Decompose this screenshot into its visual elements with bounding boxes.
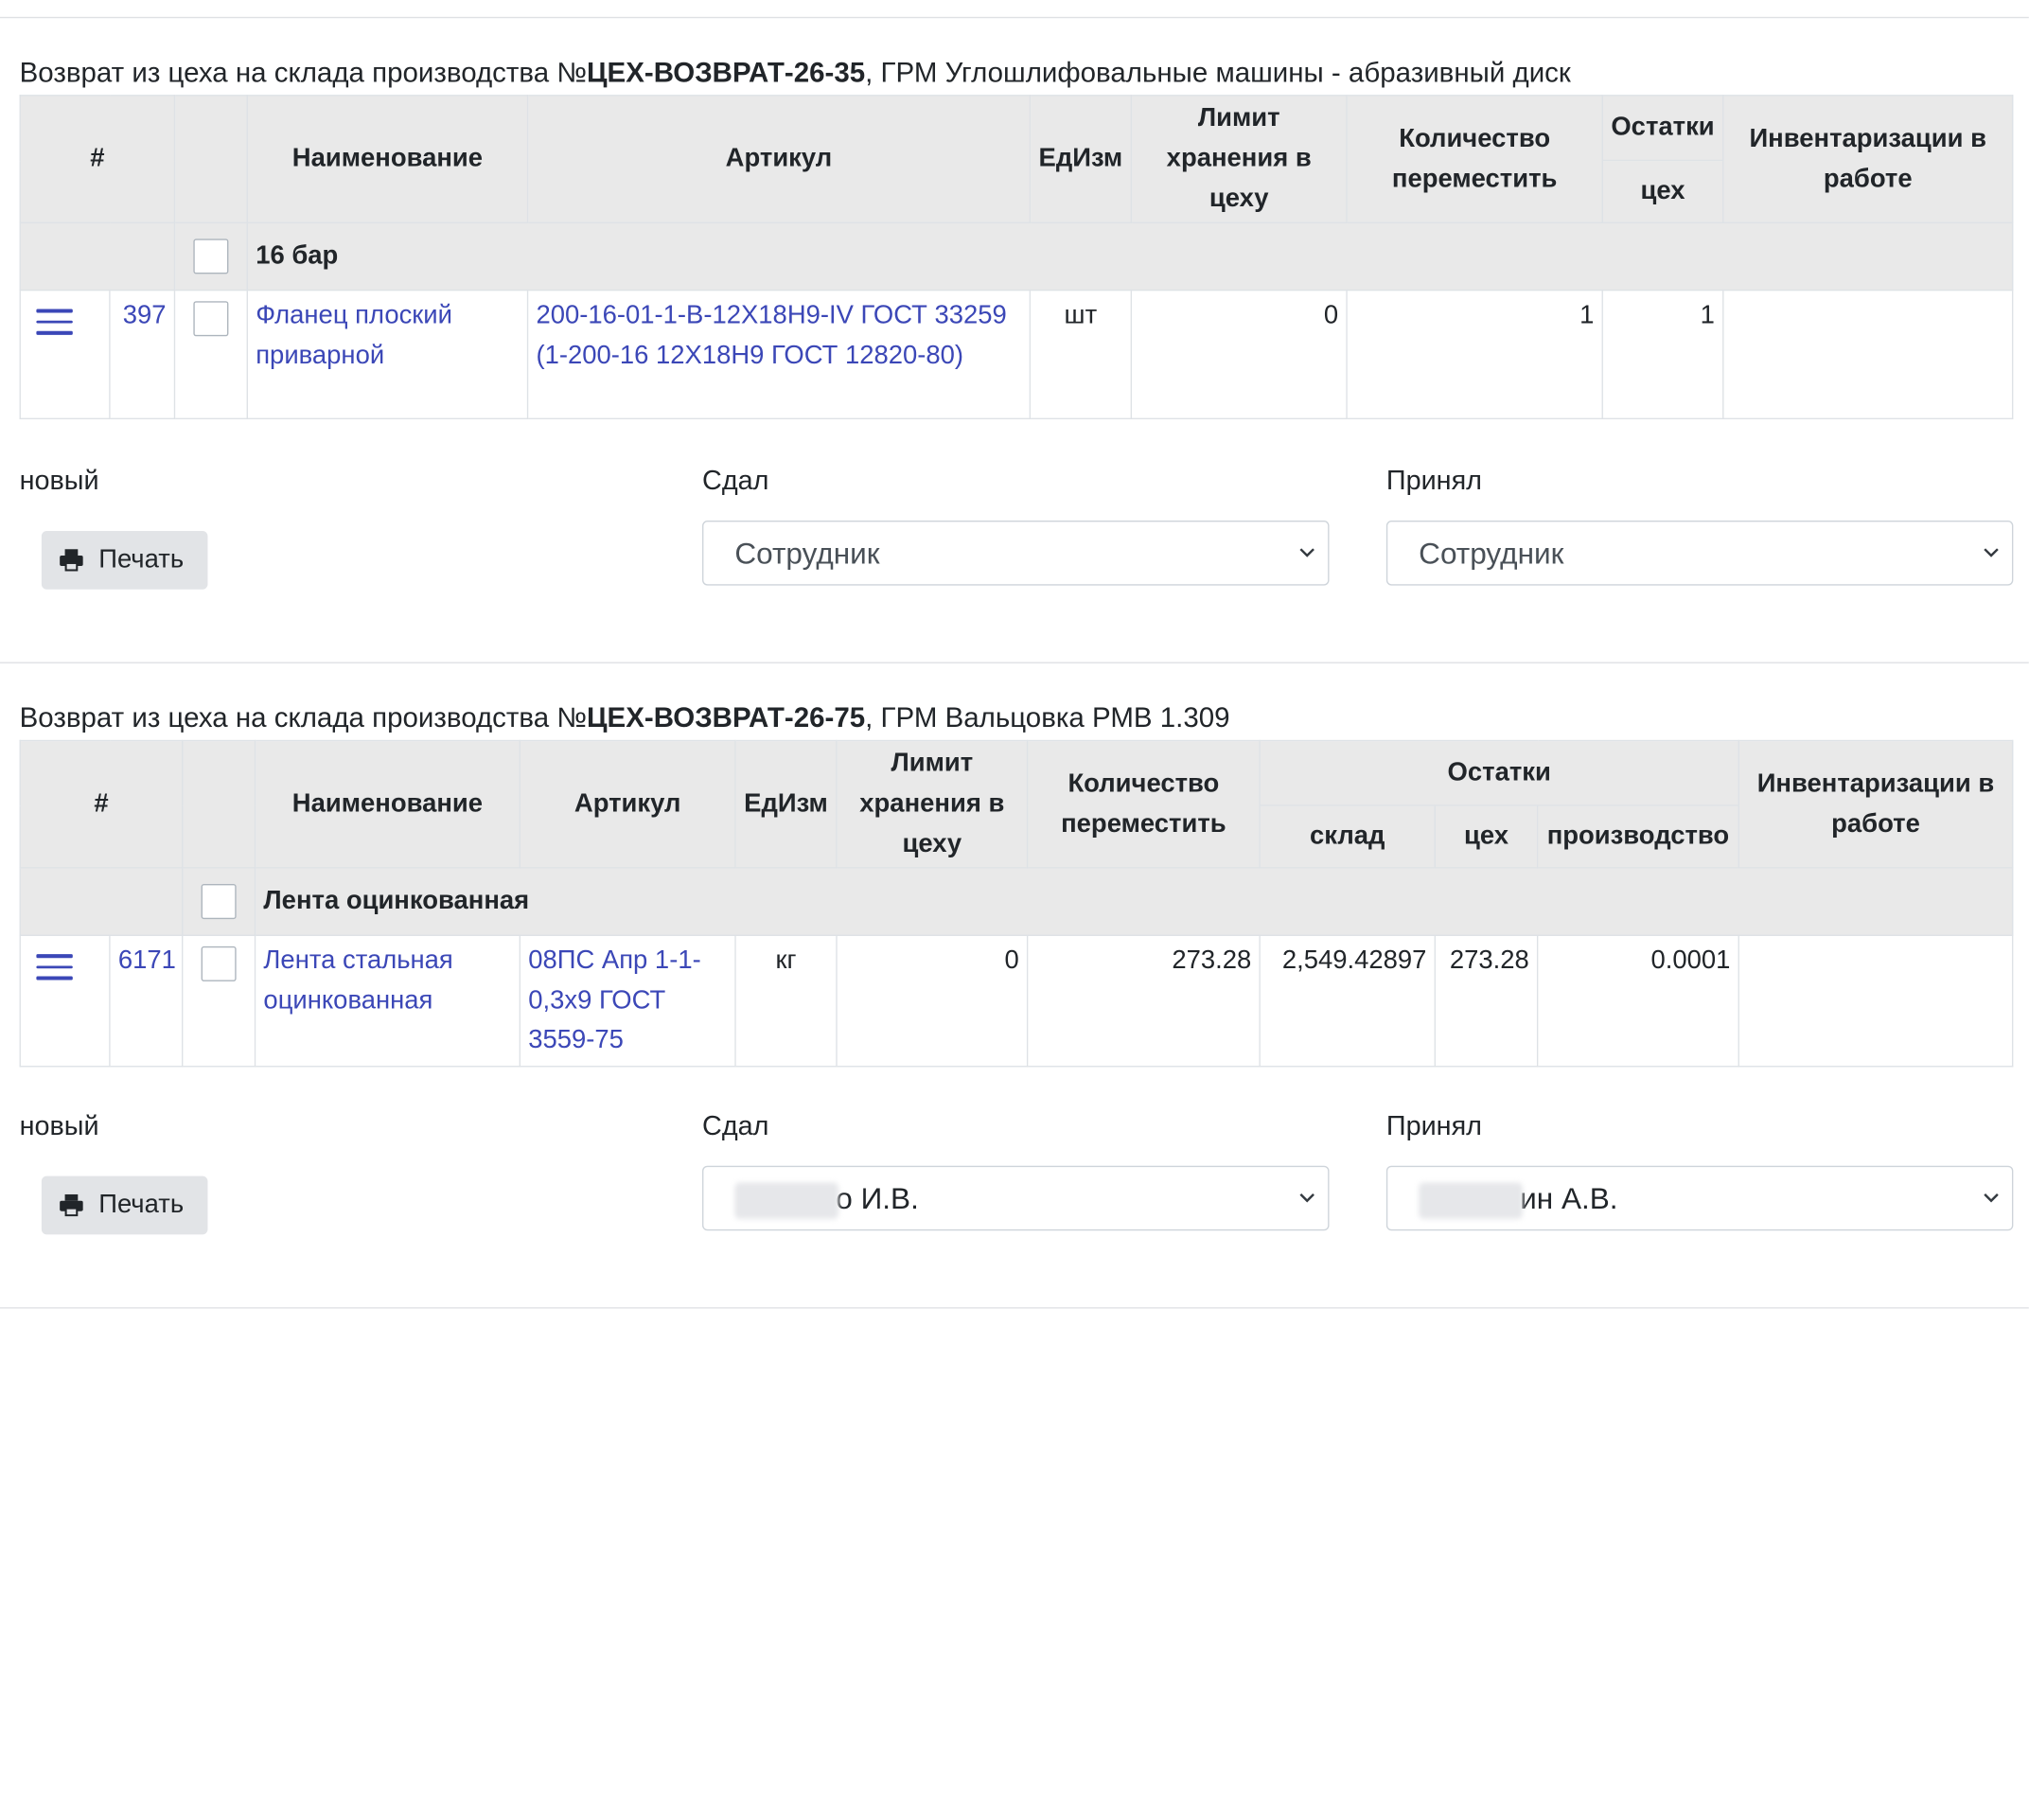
item-inventory [1738, 934, 2014, 1067]
col-header-stock: Остатки [1259, 739, 1739, 806]
print-button[interactable]: Печать [41, 1175, 208, 1235]
received-label: Принял [1385, 466, 1483, 496]
chevron-down-icon [1299, 548, 1314, 557]
item-stock-workshop: 1 [1601, 289, 1724, 420]
group-label: 16 бар [256, 241, 339, 271]
chevron-down-icon [1984, 548, 1999, 557]
gave-select-value: о И.В. [836, 1181, 919, 1215]
col-header-qty: Количество переместить [1026, 739, 1261, 869]
col-header-select [182, 739, 256, 869]
gave-select-value: Сотрудник [734, 536, 880, 571]
col-header-hash: # [19, 95, 176, 223]
item-limit: 0 [1130, 289, 1348, 420]
gave-label: Сдал [702, 1111, 769, 1141]
col-header-name: Наименование [254, 739, 521, 869]
row-id-link[interactable]: 397 [123, 301, 167, 329]
item-name-link[interactable]: Фланец плоский приварной [256, 301, 452, 369]
printer-icon [60, 1193, 83, 1217]
received-label: Принял [1385, 1111, 1483, 1141]
chevron-down-icon [1299, 1193, 1314, 1203]
col-header-stock-workshop: цех [1434, 804, 1539, 869]
item-qty: 273.28 [1026, 934, 1261, 1067]
item-inventory [1722, 289, 2014, 420]
row-id-link[interactable]: 6171 [118, 946, 176, 975]
item-stock-warehouse: 2,549.42897 [1259, 934, 1436, 1067]
col-header-article: Артикул [526, 95, 1032, 223]
gave-label: Сдал [702, 466, 769, 496]
status-text: новый [19, 1111, 99, 1141]
drag-handle-icon[interactable] [36, 954, 73, 987]
redacted-name [734, 1182, 839, 1219]
drag-handle-icon[interactable] [36, 309, 73, 342]
chevron-down-icon [1984, 1193, 1999, 1203]
gave-select[interactable]: Сотрудник [702, 521, 1330, 586]
section-divider [0, 16, 2029, 19]
received-select-value: ин А.В. [1520, 1181, 1618, 1215]
document-number: ЦЕХ-ВОЗВРАТ-26-35 [587, 57, 866, 89]
col-header-limit: Лимит хранения в цеху [836, 739, 1029, 869]
group-checkbox[interactable] [201, 884, 237, 920]
print-button[interactable]: Печать [41, 530, 208, 590]
col-header-stock-production: производство [1536, 804, 1739, 869]
item-unit: кг [734, 934, 838, 1067]
group-row: Лента оцинкованная [19, 867, 2014, 936]
item-article-link[interactable]: 08ПС Апр 1-1-0,3х9 ГОСТ 3559-75 [528, 946, 700, 1054]
print-button-label: Печать [98, 545, 185, 574]
items-table: # Наименование Артикул ЕдИзм Лимит хране… [19, 95, 2014, 420]
col-header-unit: ЕдИзм [1029, 95, 1133, 223]
redacted-name [1419, 1182, 1523, 1219]
received-select[interactable]: Сотрудник [1385, 521, 2014, 586]
item-name-link[interactable]: Лента стальная оцинкованная [263, 946, 452, 1015]
table-row: 6171 Лента стальная оцинкованная 08ПС Ап… [19, 934, 2014, 1067]
col-header-select [173, 95, 248, 223]
col-header-stock-workshop: цех [1601, 159, 1724, 223]
col-header-stock: Остатки [1601, 95, 1724, 162]
item-qty: 1 [1346, 289, 1603, 420]
received-select[interactable]: ин А.В. [1385, 1165, 2014, 1231]
row-checkbox[interactable] [201, 946, 237, 982]
table-row: 397 Фланец плоский приварной 200-16-01-1… [19, 289, 2014, 420]
document-number: ЦЕХ-ВОЗВРАТ-26-75 [587, 702, 866, 733]
col-header-inventory: Инвентаризации в работе [1722, 95, 2014, 223]
items-table: # Наименование Артикул ЕдИзм Лимит хране… [19, 739, 2014, 1067]
section-divider [0, 1307, 2029, 1309]
col-header-stock-warehouse: склад [1259, 804, 1436, 869]
document-title: Возврат из цеха на склада производства №… [19, 702, 1230, 733]
group-row: 16 бар [19, 221, 2014, 292]
document-title: Возврат из цеха на склада производства №… [19, 57, 1571, 89]
col-header-article: Артикул [519, 739, 736, 869]
group-checkbox[interactable] [193, 239, 229, 275]
print-button-label: Печать [98, 1190, 185, 1219]
group-label: Лента оцинкованная [263, 887, 530, 916]
col-header-name: Наименование [246, 95, 529, 223]
col-header-inventory: Инвентаризации в работе [1738, 739, 2014, 869]
col-header-unit: ЕдИзм [734, 739, 838, 869]
status-text: новый [19, 466, 99, 496]
item-stock-production: 0.0001 [1536, 934, 1739, 1067]
printer-icon [60, 549, 83, 572]
received-select-value: Сотрудник [1419, 536, 1564, 571]
item-stock-workshop: 273.28 [1434, 934, 1539, 1067]
col-header-hash: # [19, 739, 184, 869]
item-unit: шт [1029, 289, 1133, 420]
item-article-link[interactable]: 200-16-01-1-B-12Х18Н9-IV ГОСТ 33259 (1-2… [536, 301, 1006, 369]
item-limit: 0 [836, 934, 1029, 1067]
row-checkbox[interactable] [193, 301, 229, 337]
col-header-limit: Лимит хранения в цеху [1130, 95, 1348, 223]
col-header-qty: Количество переместить [1346, 95, 1603, 223]
gave-select[interactable]: о И.В. [702, 1165, 1330, 1231]
